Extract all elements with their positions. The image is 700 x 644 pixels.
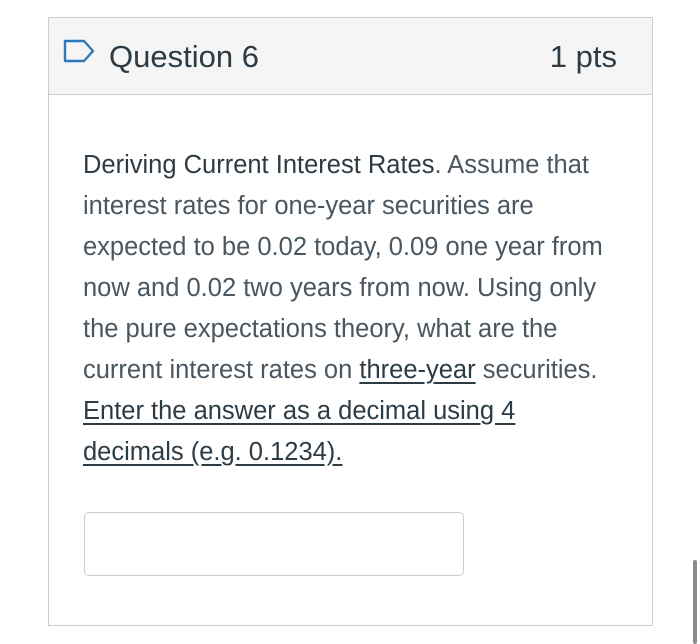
flag-outline-icon[interactable] [63, 39, 95, 63]
question-card: Question 6 1 pts Deriving Current Intere… [48, 17, 653, 626]
answer-instructions: Enter the answer as a decimal using 4 de… [83, 397, 516, 466]
question-header: Question 6 1 pts [49, 18, 652, 95]
question-heading-period: . [434, 151, 442, 179]
underlined-term: three-year [359, 356, 476, 384]
question-text-part-1: Assume that interest rates for one-year … [83, 151, 603, 384]
answer-input[interactable] [84, 512, 464, 576]
scrollbar[interactable] [693, 560, 697, 644]
question-title: Question 6 [109, 39, 259, 74]
question-points: 1 pts [549, 39, 617, 74]
question-heading: Deriving Current Interest Rates [83, 151, 435, 179]
question-text: Deriving Current Interest Rates. Assume … [83, 145, 623, 473]
question-text-part-2: securities. [475, 356, 598, 384]
